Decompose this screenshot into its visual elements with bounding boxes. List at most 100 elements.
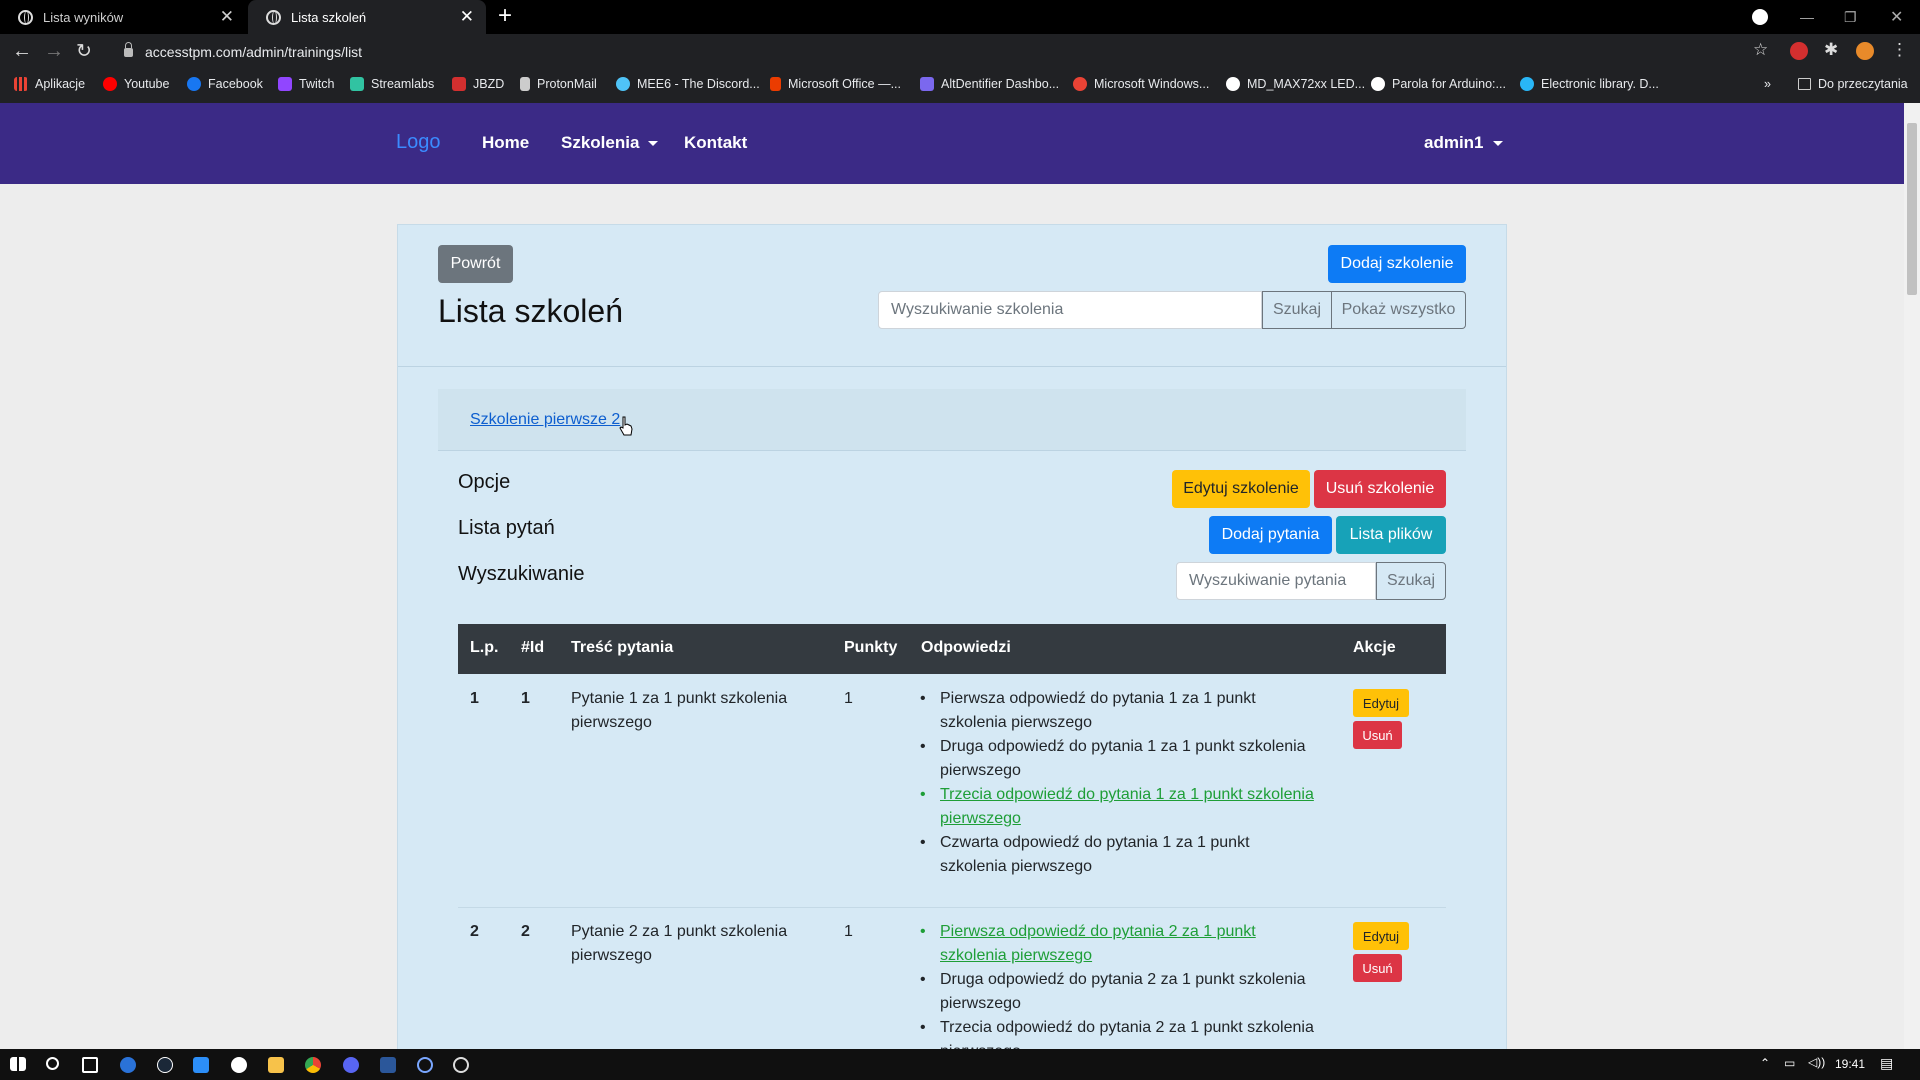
avatar[interactable] <box>1856 42 1874 60</box>
close-tab-icon[interactable]: ✕ <box>220 7 234 27</box>
folder-icon[interactable] <box>268 1057 284 1073</box>
restore-icon[interactable]: ❐ <box>1844 0 1857 34</box>
correct-answer-item[interactable]: Pierwsza odpowiedź do pytania 2 za 1 pun… <box>920 920 1318 968</box>
star-icon[interactable]: ☆ <box>1753 40 1768 60</box>
bookmark-electronic-library[interactable]: Electronic library. D... <box>1520 77 1659 91</box>
page-title: Lista szkoleń <box>438 293 623 329</box>
question-search-input[interactable]: Wyszukiwanie pytania <box>1176 562 1376 600</box>
bookmark-streamlabs[interactable]: Streamlabs <box>350 77 434 91</box>
twitch-icon <box>278 77 292 91</box>
edit-question-button[interactable]: Edytuj <box>1353 689 1409 717</box>
reload-icon[interactable]: ↻ <box>76 40 92 63</box>
table-row: 1 1 Pytanie 1 za 1 punkt szkolenia pierw… <box>458 687 1446 907</box>
bookmark-office[interactable]: Microsoft Office —... <box>770 77 901 91</box>
facebook-icon <box>187 77 201 91</box>
back-arrow-icon[interactable]: ← <box>12 40 32 63</box>
notifications-icon[interactable]: ▤ <box>1880 1055 1893 1072</box>
bookmark-facebook[interactable]: Facebook <box>187 77 263 91</box>
new-tab-icon[interactable]: + <box>498 2 512 30</box>
discord-icon[interactable] <box>343 1057 359 1073</box>
office-icon <box>770 77 781 91</box>
network-icon[interactable]: ▭ <box>1784 1056 1795 1070</box>
back-button[interactable]: Powrót <box>438 245 513 283</box>
nav-kontakt[interactable]: Kontakt <box>684 133 747 153</box>
delete-question-button[interactable]: Usuń <box>1353 721 1402 749</box>
questions-table-header: L.p. #Id Treść pytania Punkty Odpowiedzi… <box>458 624 1446 674</box>
more-menu-icon[interactable]: ⋮ <box>1891 40 1908 60</box>
files-list-button[interactable]: Lista plików <box>1336 516 1446 554</box>
search-label: Wyszukiwanie <box>458 563 585 585</box>
bookmark-altdentifier[interactable]: AltDentifier Dashbo... <box>920 77 1059 91</box>
bookmark-microsoft-windows[interactable]: Microsoft Windows... <box>1073 77 1209 91</box>
search-icon[interactable] <box>46 1057 59 1070</box>
page-scrollbar[interactable] <box>1904 103 1920 1049</box>
window-close-icon[interactable]: ✕ <box>1890 0 1903 34</box>
profile-icon[interactable] <box>1752 9 1768 25</box>
globe-icon <box>18 9 33 25</box>
column-header: #Id <box>521 639 545 656</box>
close-tab-icon[interactable]: ✕ <box>460 7 474 27</box>
url-text: accesstpm.com/admin/trainings/list <box>145 44 363 60</box>
browser-tab-active[interactable]: Lista szkoleń ✕ <box>248 0 486 34</box>
row-number: 2 <box>470 923 479 940</box>
windows-start-icon[interactable] <box>10 1057 26 1071</box>
forward-arrow-icon[interactable]: → <box>44 40 64 63</box>
browser-tab-strip: Lista wyników ✕ Lista szkoleń ✕ + — ❐ ✕ <box>0 0 1920 34</box>
correct-answer-item[interactable]: Trzecia odpowiedź do pytania 1 za 1 punk… <box>920 783 1318 831</box>
scrollbar-thumb[interactable] <box>1907 123 1917 295</box>
globe-icon <box>266 9 281 25</box>
show-all-button[interactable]: Pokaż wszystko <box>1332 291 1466 329</box>
caret-down-icon <box>648 141 659 147</box>
edit-training-button[interactable]: Edytuj szkolenie <box>1172 470 1310 508</box>
monitor-icon[interactable] <box>193 1057 209 1073</box>
extension-icon[interactable] <box>1790 42 1808 60</box>
bookmark-jbzd[interactable]: JBZD <box>452 77 504 91</box>
word-icon[interactable] <box>380 1057 396 1073</box>
bookmark-aplikacje[interactable]: Aplikacje <box>14 77 85 91</box>
questions-list-label: Lista pytań <box>458 517 555 539</box>
card-header: Powrót Dodaj szkolenie Lista szkoleń Wys… <box>398 225 1506 367</box>
volume-icon[interactable]: ◁)) <box>1808 1055 1825 1069</box>
browser-tab[interactable]: Lista wyników ✕ <box>0 0 246 34</box>
app-icon[interactable] <box>231 1057 247 1073</box>
answer-item: Pierwsza odpowiedź do pytania 1 za 1 pun… <box>920 687 1318 735</box>
training-search-input[interactable]: Wyszukiwanie szkolenia <box>878 291 1262 329</box>
tray-chevron-icon[interactable]: ⌃ <box>1760 1056 1770 1070</box>
reading-list-button[interactable]: Do przeczytania <box>1798 77 1908 91</box>
chrome-icon[interactable] <box>305 1057 321 1073</box>
clock[interactable]: 19:41 <box>1835 1057 1865 1071</box>
delete-training-button[interactable]: Usuń szkolenie <box>1314 470 1446 508</box>
app-icon[interactable] <box>417 1057 433 1073</box>
bookmarks-bar: Aplikacje Youtube Facebook Twitch Stream… <box>0 70 1920 103</box>
delete-question-button[interactable]: Usuń <box>1353 954 1402 982</box>
site-logo[interactable]: Logo <box>396 131 441 154</box>
steam-icon[interactable] <box>157 1057 173 1073</box>
puzzle-icon[interactable]: ✱ <box>1824 40 1838 60</box>
bookmark-protonmail[interactable]: ProtonMail <box>520 77 597 91</box>
bookmark-parola[interactable]: Parola for Arduino:... <box>1371 77 1506 91</box>
nav-home[interactable]: Home <box>482 133 529 153</box>
question-text: Pytanie 1 za 1 punkt szkolenia pierwszeg… <box>571 690 788 731</box>
question-search-button[interactable]: Szukaj <box>1376 562 1446 600</box>
task-view-icon[interactable] <box>82 1057 98 1073</box>
minimize-icon[interactable]: — <box>1800 0 1814 34</box>
bookmark-md-max72xx[interactable]: MD_MAX72xx LED... <box>1226 77 1365 91</box>
bookmark-youtube[interactable]: Youtube <box>103 77 169 91</box>
add-questions-button[interactable]: Dodaj pytania <box>1209 516 1332 554</box>
more-bookmarks-icon[interactable]: » <box>1764 77 1771 91</box>
address-bar[interactable]: accesstpm.com/admin/trainings/list <box>110 37 1770 67</box>
google-icon <box>1073 77 1087 91</box>
app-icon[interactable] <box>453 1057 469 1073</box>
mee6-icon <box>616 77 630 91</box>
jbzd-icon <box>452 77 466 91</box>
bookmark-mee6[interactable]: MEE6 - The Discord... <box>616 77 760 91</box>
search-button[interactable]: Szukaj <box>1262 291 1332 329</box>
add-training-button[interactable]: Dodaj szkolenie <box>1328 245 1466 283</box>
user-menu-dropdown[interactable]: admin1 <box>1424 133 1503 153</box>
edit-question-button[interactable]: Edytuj <box>1353 922 1409 950</box>
site-navbar: Logo Home Szkolenia Kontakt admin1 <box>0 103 1904 184</box>
bookmark-twitch[interactable]: Twitch <box>278 77 334 91</box>
training-link[interactable]: Szkolenie pierwsze 2 <box>470 411 620 429</box>
nav-szkolenia-dropdown[interactable]: Szkolenia <box>561 133 659 153</box>
app-icon[interactable] <box>120 1057 136 1073</box>
